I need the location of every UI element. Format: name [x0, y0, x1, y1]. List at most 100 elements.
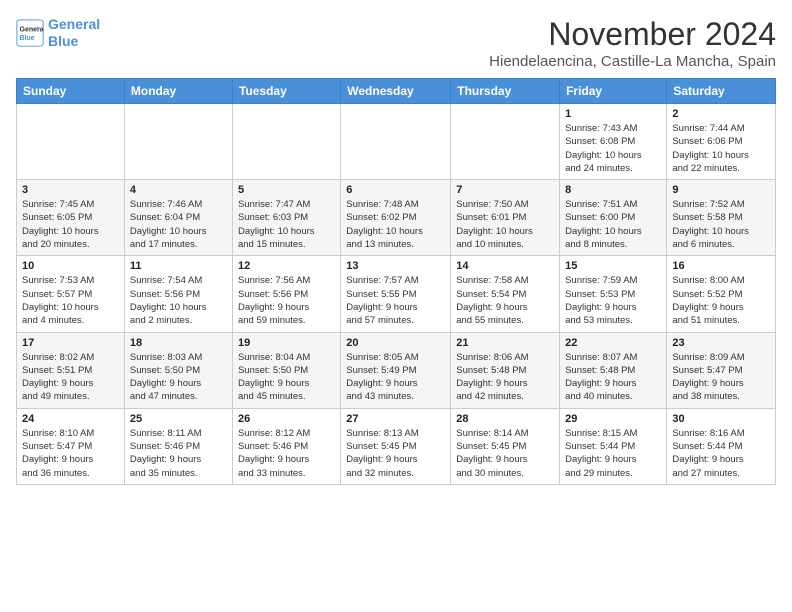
- day-number: 7: [456, 184, 554, 196]
- day-cell: 15 Sunrise: 7:59 AM Sunset: 5:53 PM Dayli…: [560, 256, 667, 332]
- day-cell: 11 Sunrise: 7:54 AM Sunset: 5:56 PM Dayli…: [124, 256, 232, 332]
- weekday-header-saturday: Saturday: [667, 79, 776, 104]
- day-info: Sunrise: 8:11 AM Sunset: 5:46 PM Dayligh…: [130, 427, 227, 480]
- day-number: 19: [238, 337, 335, 349]
- day-info: Sunrise: 7:51 AM Sunset: 6:00 PM Dayligh…: [565, 198, 661, 251]
- day-cell: 5 Sunrise: 7:47 AM Sunset: 6:03 PM Daylig…: [232, 180, 340, 256]
- weekday-header-row: SundayMondayTuesdayWednesdayThursdayFrid…: [17, 79, 776, 104]
- day-cell: 14 Sunrise: 7:58 AM Sunset: 5:54 PM Dayli…: [451, 256, 560, 332]
- week-row-4: 17 Sunrise: 8:02 AM Sunset: 5:51 PM Dayli…: [17, 332, 776, 408]
- day-number: 17: [22, 337, 119, 349]
- day-number: 9: [672, 184, 770, 196]
- day-info: Sunrise: 7:43 AM Sunset: 6:08 PM Dayligh…: [565, 122, 661, 175]
- day-cell: 24Sunrise: 8:10 AM Sunset: 5:47 PM Dayli…: [17, 408, 125, 484]
- day-number: 8: [565, 184, 661, 196]
- day-info: Sunrise: 8:12 AM Sunset: 5:46 PM Dayligh…: [238, 427, 335, 480]
- day-info: Sunrise: 8:03 AM Sunset: 5:50 PM Dayligh…: [130, 351, 227, 404]
- day-cell: 18 Sunrise: 8:03 AM Sunset: 5:50 PM Dayli…: [124, 332, 232, 408]
- day-info: Sunrise: 7:57 AM Sunset: 5:55 PM Dayligh…: [346, 274, 445, 327]
- day-number: 12: [238, 260, 335, 272]
- logo-text: General Blue: [48, 16, 100, 50]
- day-number: 10: [22, 260, 119, 272]
- day-cell: [232, 104, 340, 180]
- day-number: 24: [22, 413, 119, 425]
- day-cell: [451, 104, 560, 180]
- day-cell: 21 Sunrise: 8:06 AM Sunset: 5:48 PM Dayli…: [451, 332, 560, 408]
- svg-text:Blue: Blue: [20, 35, 35, 42]
- logo-line2: Blue: [48, 33, 78, 49]
- day-number: 26: [238, 413, 335, 425]
- day-number: 14: [456, 260, 554, 272]
- day-cell: 10 Sunrise: 7:53 AM Sunset: 5:57 PM Dayli…: [17, 256, 125, 332]
- day-cell: 4Sunrise: 7:46 AM Sunset: 6:04 PM Daylig…: [124, 180, 232, 256]
- day-info: Sunrise: 8:09 AM Sunset: 5:47 PM Dayligh…: [672, 351, 770, 404]
- day-cell: 13 Sunrise: 7:57 AM Sunset: 5:55 PM Dayli…: [341, 256, 451, 332]
- day-cell: 20 Sunrise: 8:05 AM Sunset: 5:49 PM Dayli…: [341, 332, 451, 408]
- day-info: Sunrise: 8:13 AM Sunset: 5:45 PM Dayligh…: [346, 427, 445, 480]
- day-cell: 19 Sunrise: 8:04 AM Sunset: 5:50 PM Dayli…: [232, 332, 340, 408]
- title-block: November 2024 Hiendelaencina, Castille-L…: [489, 16, 776, 70]
- logo-line1: General: [48, 16, 100, 32]
- day-cell: 12Sunrise: 7:56 AM Sunset: 5:56 PM Dayli…: [232, 256, 340, 332]
- day-number: 1: [565, 108, 661, 120]
- day-number: 2: [672, 108, 770, 120]
- day-cell: 23 Sunrise: 8:09 AM Sunset: 5:47 PM Dayli…: [667, 332, 776, 408]
- day-number: 6: [346, 184, 445, 196]
- month-title: November 2024: [489, 16, 776, 53]
- day-cell: 29 Sunrise: 8:15 AM Sunset: 5:44 PM Dayli…: [560, 408, 667, 484]
- day-number: 23: [672, 337, 770, 349]
- day-cell: 8 Sunrise: 7:51 AM Sunset: 6:00 PM Daylig…: [560, 180, 667, 256]
- day-number: 18: [130, 337, 227, 349]
- day-info: Sunrise: 7:47 AM Sunset: 6:03 PM Dayligh…: [238, 198, 335, 251]
- day-cell: 26 Sunrise: 8:12 AM Sunset: 5:46 PM Dayli…: [232, 408, 340, 484]
- day-number: 21: [456, 337, 554, 349]
- logo: General Blue General Blue: [16, 16, 100, 50]
- day-info: Sunrise: 8:16 AM Sunset: 5:44 PM Dayligh…: [672, 427, 770, 480]
- day-cell: 9 Sunrise: 7:52 AM Sunset: 5:58 PM Daylig…: [667, 180, 776, 256]
- weekday-header-monday: Monday: [124, 79, 232, 104]
- day-info: Sunrise: 7:53 AM Sunset: 5:57 PM Dayligh…: [22, 274, 119, 327]
- day-info: Sunrise: 8:00 AM Sunset: 5:52 PM Dayligh…: [672, 274, 770, 327]
- day-number: 22: [565, 337, 661, 349]
- day-info: Sunrise: 8:04 AM Sunset: 5:50 PM Dayligh…: [238, 351, 335, 404]
- day-info: Sunrise: 8:06 AM Sunset: 5:48 PM Dayligh…: [456, 351, 554, 404]
- day-cell: 28Sunrise: 8:14 AM Sunset: 5:45 PM Dayli…: [451, 408, 560, 484]
- day-info: Sunrise: 8:07 AM Sunset: 5:48 PM Dayligh…: [565, 351, 661, 404]
- logo-icon: General Blue: [16, 19, 44, 47]
- week-row-3: 10 Sunrise: 7:53 AM Sunset: 5:57 PM Dayli…: [17, 256, 776, 332]
- day-info: Sunrise: 7:59 AM Sunset: 5:53 PM Dayligh…: [565, 274, 661, 327]
- day-info: Sunrise: 7:46 AM Sunset: 6:04 PM Dayligh…: [130, 198, 227, 251]
- day-info: Sunrise: 7:52 AM Sunset: 5:58 PM Dayligh…: [672, 198, 770, 251]
- day-number: 29: [565, 413, 661, 425]
- day-number: 13: [346, 260, 445, 272]
- day-cell: 7Sunrise: 7:50 AM Sunset: 6:01 PM Daylig…: [451, 180, 560, 256]
- weekday-header-wednesday: Wednesday: [341, 79, 451, 104]
- week-row-1: 1 Sunrise: 7:43 AM Sunset: 6:08 PM Daylig…: [17, 104, 776, 180]
- day-number: 27: [346, 413, 445, 425]
- day-number: 11: [130, 260, 227, 272]
- day-cell: 30 Sunrise: 8:16 AM Sunset: 5:44 PM Dayli…: [667, 408, 776, 484]
- day-number: 30: [672, 413, 770, 425]
- day-number: 20: [346, 337, 445, 349]
- calendar-table: SundayMondayTuesdayWednesdayThursdayFrid…: [16, 78, 776, 485]
- day-info: Sunrise: 8:05 AM Sunset: 5:49 PM Dayligh…: [346, 351, 445, 404]
- day-info: Sunrise: 7:45 AM Sunset: 6:05 PM Dayligh…: [22, 198, 119, 251]
- weekday-header-sunday: Sunday: [17, 79, 125, 104]
- day-info: Sunrise: 8:02 AM Sunset: 5:51 PM Dayligh…: [22, 351, 119, 404]
- day-number: 25: [130, 413, 227, 425]
- day-info: Sunrise: 7:48 AM Sunset: 6:02 PM Dayligh…: [346, 198, 445, 251]
- day-cell: 22 Sunrise: 8:07 AM Sunset: 5:48 PM Dayli…: [560, 332, 667, 408]
- day-cell: 2Sunrise: 7:44 AM Sunset: 6:06 PM Daylig…: [667, 104, 776, 180]
- day-info: Sunrise: 8:14 AM Sunset: 5:45 PM Dayligh…: [456, 427, 554, 480]
- day-cell: 3 Sunrise: 7:45 AM Sunset: 6:05 PM Daylig…: [17, 180, 125, 256]
- day-number: 5: [238, 184, 335, 196]
- weekday-header-friday: Friday: [560, 79, 667, 104]
- day-info: Sunrise: 7:54 AM Sunset: 5:56 PM Dayligh…: [130, 274, 227, 327]
- day-info: Sunrise: 7:58 AM Sunset: 5:54 PM Dayligh…: [456, 274, 554, 327]
- day-info: Sunrise: 8:15 AM Sunset: 5:44 PM Dayligh…: [565, 427, 661, 480]
- day-number: 3: [22, 184, 119, 196]
- day-cell: 6 Sunrise: 7:48 AM Sunset: 6:02 PM Daylig…: [341, 180, 451, 256]
- day-cell: [124, 104, 232, 180]
- weekday-header-thursday: Thursday: [451, 79, 560, 104]
- day-number: 15: [565, 260, 661, 272]
